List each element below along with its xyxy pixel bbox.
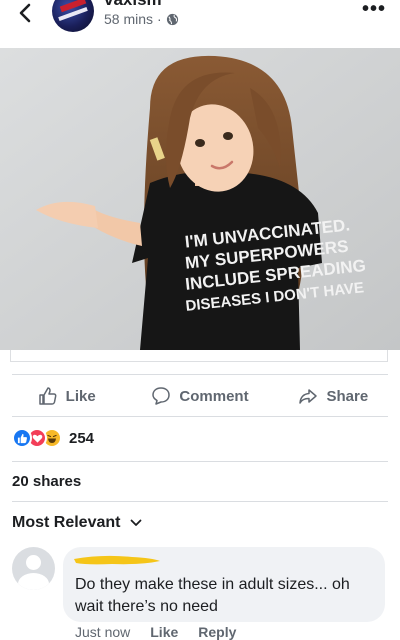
like-button[interactable]: Like — [0, 380, 133, 412]
thumbs-up-icon — [38, 387, 57, 405]
comment-text: Do they make these in adult sizes... oh … — [75, 576, 350, 615]
back-button[interactable] — [14, 0, 36, 26]
like-label: Like — [65, 387, 96, 405]
divider — [12, 416, 388, 417]
post-photo[interactable]: I'M UNVACCINATED. MY SUPERPOWERS INCLUDE… — [0, 48, 400, 350]
meta-separator: · — [157, 11, 162, 27]
photo-frame — [10, 350, 388, 362]
post-actions: Like Comment Share — [0, 380, 400, 412]
page-avatar[interactable] — [52, 0, 94, 32]
like-reaction-icon — [12, 428, 32, 448]
comment-button[interactable]: Comment — [133, 380, 266, 412]
comment-reply-link[interactable]: Reply — [198, 624, 236, 640]
globe-icon — [166, 13, 178, 25]
post-meta: 58 mins · — [104, 11, 179, 27]
shares-count[interactable]: 20 shares — [12, 473, 81, 490]
share-button[interactable]: Share — [267, 380, 400, 412]
divider — [12, 374, 388, 375]
more-options-button[interactable]: ••• — [362, 0, 386, 19]
page-name[interactable]: vaxism — [104, 0, 162, 9]
reaction-count: 254 — [69, 429, 95, 447]
redacted-commenter-name — [74, 555, 160, 565]
comment-meta: Just now Like Reply — [75, 624, 236, 640]
chevron-left-icon — [19, 3, 31, 23]
divider — [12, 461, 388, 462]
share-label: Share — [326, 387, 369, 405]
share-icon — [299, 389, 318, 404]
child-photo-illustration: I'M UNVACCINATED. MY SUPERPOWERS INCLUDE… — [0, 48, 400, 350]
post-timestamp[interactable]: 58 mins — [104, 11, 153, 27]
commenter-avatar[interactable] — [12, 547, 55, 590]
comment-label: Comment — [179, 387, 249, 405]
sort-label: Most Relevant — [12, 514, 121, 531]
chevron-down-icon — [131, 519, 142, 526]
post-header: vaxism 58 mins · ••• — [0, 0, 400, 44]
comment-sort-dropdown[interactable]: Most Relevant — [12, 514, 142, 532]
divider — [12, 501, 388, 502]
comment-time: Just now — [75, 624, 131, 640]
comment-like-link[interactable]: Like — [150, 624, 178, 640]
comment-icon — [152, 387, 171, 405]
reactions-summary[interactable]: 254 — [12, 427, 94, 449]
